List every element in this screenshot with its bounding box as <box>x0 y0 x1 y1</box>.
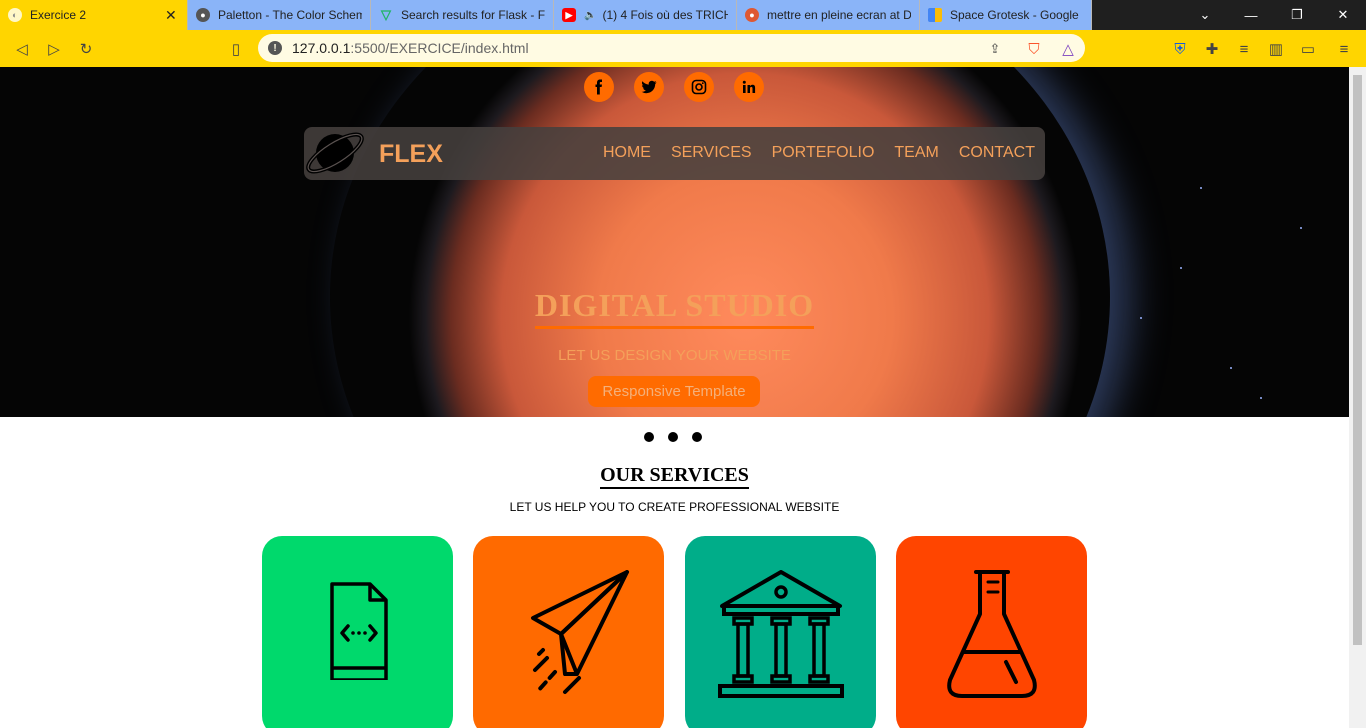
tab-close-icon[interactable]: ✕ <box>165 7 179 24</box>
planet-logo-icon[interactable] <box>304 125 366 182</box>
speaker-icon[interactable]: 🔈 <box>584 10 596 21</box>
tab-youtube[interactable]: ▶ 🔈 (1) 4 Fois où des TRICHEURS <box>554 0 737 30</box>
page-scrollbar[interactable] <box>1349 67 1366 728</box>
forward-icon[interactable]: ▷ <box>44 39 64 59</box>
youtube-icon: ▶ <box>562 8 576 22</box>
star <box>1230 367 1232 369</box>
site-info-icon[interactable]: ! <box>268 41 282 55</box>
slider-dot[interactable] <box>644 432 654 442</box>
services-title-wrap: OUR SERVICES <box>0 464 1349 489</box>
tab-title: Paletton - The Color Scheme Designer <box>218 8 362 22</box>
flaticon-icon: ▽ <box>379 7 393 22</box>
instagram-link[interactable] <box>684 72 714 102</box>
tab-paletton[interactable]: ● Paletton - The Color Scheme Designer <box>188 0 371 30</box>
star <box>1300 227 1302 229</box>
instagram-icon <box>691 79 707 95</box>
hero-subtitle: LET US DESIGN YOUR WEBSITE <box>558 347 791 364</box>
code-file-icon <box>329 582 388 680</box>
minimize-icon[interactable]: — <box>1228 0 1274 30</box>
tab-title: Search results for Flask - Flaticon <box>401 8 545 22</box>
tab-duckduckgo[interactable]: ● mettre en pleine ecran at DuckDuckGo <box>737 0 920 30</box>
site-logo-text[interactable]: FLEX <box>379 140 443 169</box>
services-subtitle: LET US HELP YOU TO CREATE PROFESSIONAL W… <box>509 500 840 514</box>
restore-icon[interactable]: ❐ <box>1274 0 1320 30</box>
slider-dot[interactable] <box>668 432 678 442</box>
nav-portefolio[interactable]: PORTEFOLIO <box>772 144 875 162</box>
planet-glow <box>330 67 1110 417</box>
service-card-code[interactable] <box>262 536 453 728</box>
paper-plane-icon <box>530 570 629 694</box>
flask-icon <box>946 570 1037 698</box>
tab-title: Exercice 2 <box>30 8 87 22</box>
services-title: OUR SERVICES <box>600 464 749 489</box>
hero-title-wrap: DIGITAL STUDIO <box>0 287 1349 329</box>
twitter-icon <box>641 80 657 94</box>
bookmark-icon[interactable]: ▯ <box>226 39 246 59</box>
scrollbar-thumb[interactable] <box>1353 75 1362 645</box>
linkedin-link[interactable] <box>734 72 764 102</box>
slider-dot[interactable] <box>692 432 702 442</box>
slider-dots <box>644 432 702 442</box>
google-fonts-icon <box>928 8 942 22</box>
facebook-icon <box>595 79 602 95</box>
facebook-link[interactable] <box>584 72 614 102</box>
globe-icon: ◐ <box>8 8 22 22</box>
sidebar-icon[interactable]: ▥ <box>1266 39 1286 59</box>
nav-home[interactable]: HOME <box>603 144 651 162</box>
tab-exercice-2[interactable]: ◐ Exercice 2 ✕ <box>0 0 188 30</box>
bank-building-icon <box>717 570 844 698</box>
nav-links: HOME SERVICES PORTEFOLIO TEAM CONTACT <box>603 144 1035 162</box>
service-card-bank[interactable] <box>685 536 876 728</box>
linkedin-icon <box>742 80 756 93</box>
hero-section: FLEX HOME SERVICES PORTEFOLIO TEAM CONTA… <box>0 67 1349 417</box>
tab-flaticon[interactable]: ▽ Search results for Flask - Flaticon <box>371 0 554 30</box>
close-window-icon[interactable]: ✕ <box>1320 0 1366 30</box>
nav-services[interactable]: SERVICES <box>671 144 752 162</box>
star <box>1180 267 1182 269</box>
paletton-icon: ● <box>196 8 210 22</box>
menu-icon[interactable]: ≡ <box>1334 39 1354 59</box>
extensions-icon[interactable]: ✚ <box>1202 39 1222 59</box>
back-icon[interactable]: ◁ <box>12 39 32 59</box>
service-card-flask[interactable] <box>896 536 1087 728</box>
hero-title: DIGITAL STUDIO <box>534 287 815 329</box>
window-controls: ⌄ — ❐ ✕ <box>1182 0 1366 30</box>
star <box>1200 187 1202 189</box>
tab-google-fonts[interactable]: Space Grotesk - Google Fonts <box>920 0 1092 30</box>
media-icon[interactable]: ≡ <box>1234 39 1254 59</box>
duckduckgo-icon: ● <box>745 8 759 22</box>
responsive-template-button[interactable]: Responsive Template <box>588 376 760 407</box>
web-page: FLEX HOME SERVICES PORTEFOLIO TEAM CONTA… <box>0 67 1349 728</box>
tab-list-chevron-icon[interactable]: ⌄ <box>1182 0 1228 30</box>
brave-rewards-icon[interactable]: △ <box>1058 39 1078 59</box>
twitter-link[interactable] <box>634 72 664 102</box>
bitwarden-icon[interactable]: ⛨ <box>1170 39 1190 59</box>
site-navbar: FLEX HOME SERVICES PORTEFOLIO TEAM CONTA… <box>304 127 1045 180</box>
tab-title: (1) 4 Fois où des TRICHEURS <box>602 8 728 22</box>
url-path: :5500/EXERCICE/index.html <box>350 40 529 56</box>
brave-shield-icon[interactable]: ⛉ <box>1024 39 1044 59</box>
nav-contact[interactable]: CONTACT <box>959 144 1035 162</box>
url-text[interactable]: 127.0.0.1:5500/EXERCICE/index.html <box>292 40 529 56</box>
service-card-plane[interactable] <box>473 536 664 728</box>
share-icon[interactable]: ⇪ <box>985 39 1005 59</box>
reload-icon[interactable]: ↻ <box>76 39 96 59</box>
browser-tab-bar: ◐ Exercice 2 ✕ ● Paletton - The Color Sc… <box>0 0 1366 30</box>
star <box>1260 397 1262 399</box>
nav-team[interactable]: TEAM <box>894 144 938 162</box>
tab-title: Space Grotesk - Google Fonts <box>950 8 1083 22</box>
wallet-icon[interactable]: ▭ <box>1298 39 1318 59</box>
tab-title: mettre en pleine ecran at DuckDuckGo <box>767 8 911 22</box>
url-host: 127.0.0.1 <box>292 40 351 56</box>
